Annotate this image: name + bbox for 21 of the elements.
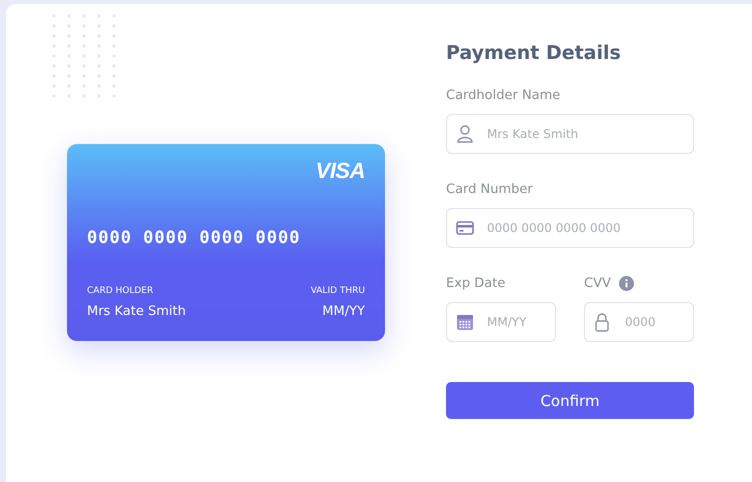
confirm-button[interactable]: Confirm (446, 382, 694, 419)
field-label: Cardholder Name (446, 88, 560, 102)
holder-label: CARD HOLDER (87, 286, 154, 296)
valid-label: VALID THRU (310, 286, 365, 296)
input-field[interactable]: Mrs Kate Smith (446, 114, 694, 154)
card-brand: VISA (316, 158, 365, 184)
form-title: Payment Details (446, 42, 622, 64)
input-field[interactable]: MM/YY (446, 302, 556, 342)
info-icon[interactable] (618, 276, 634, 290)
field-label: CVV (584, 276, 611, 290)
expiry-date: MM/YY (322, 304, 365, 318)
holder-name: Mrs Kate Smith (87, 304, 186, 318)
lock-icon (594, 312, 610, 332)
input-field[interactable]: 0000 0000 0000 0000 (446, 208, 694, 248)
input-field[interactable]: 0000 (584, 302, 694, 342)
user-icon (456, 124, 474, 144)
credit-card-icon (456, 221, 474, 235)
field-label: Card Number (446, 182, 533, 196)
field-label: Exp Date (446, 276, 506, 290)
calendar-icon (456, 313, 474, 331)
card-number: 0000 0000 0000 0000 (87, 228, 302, 248)
